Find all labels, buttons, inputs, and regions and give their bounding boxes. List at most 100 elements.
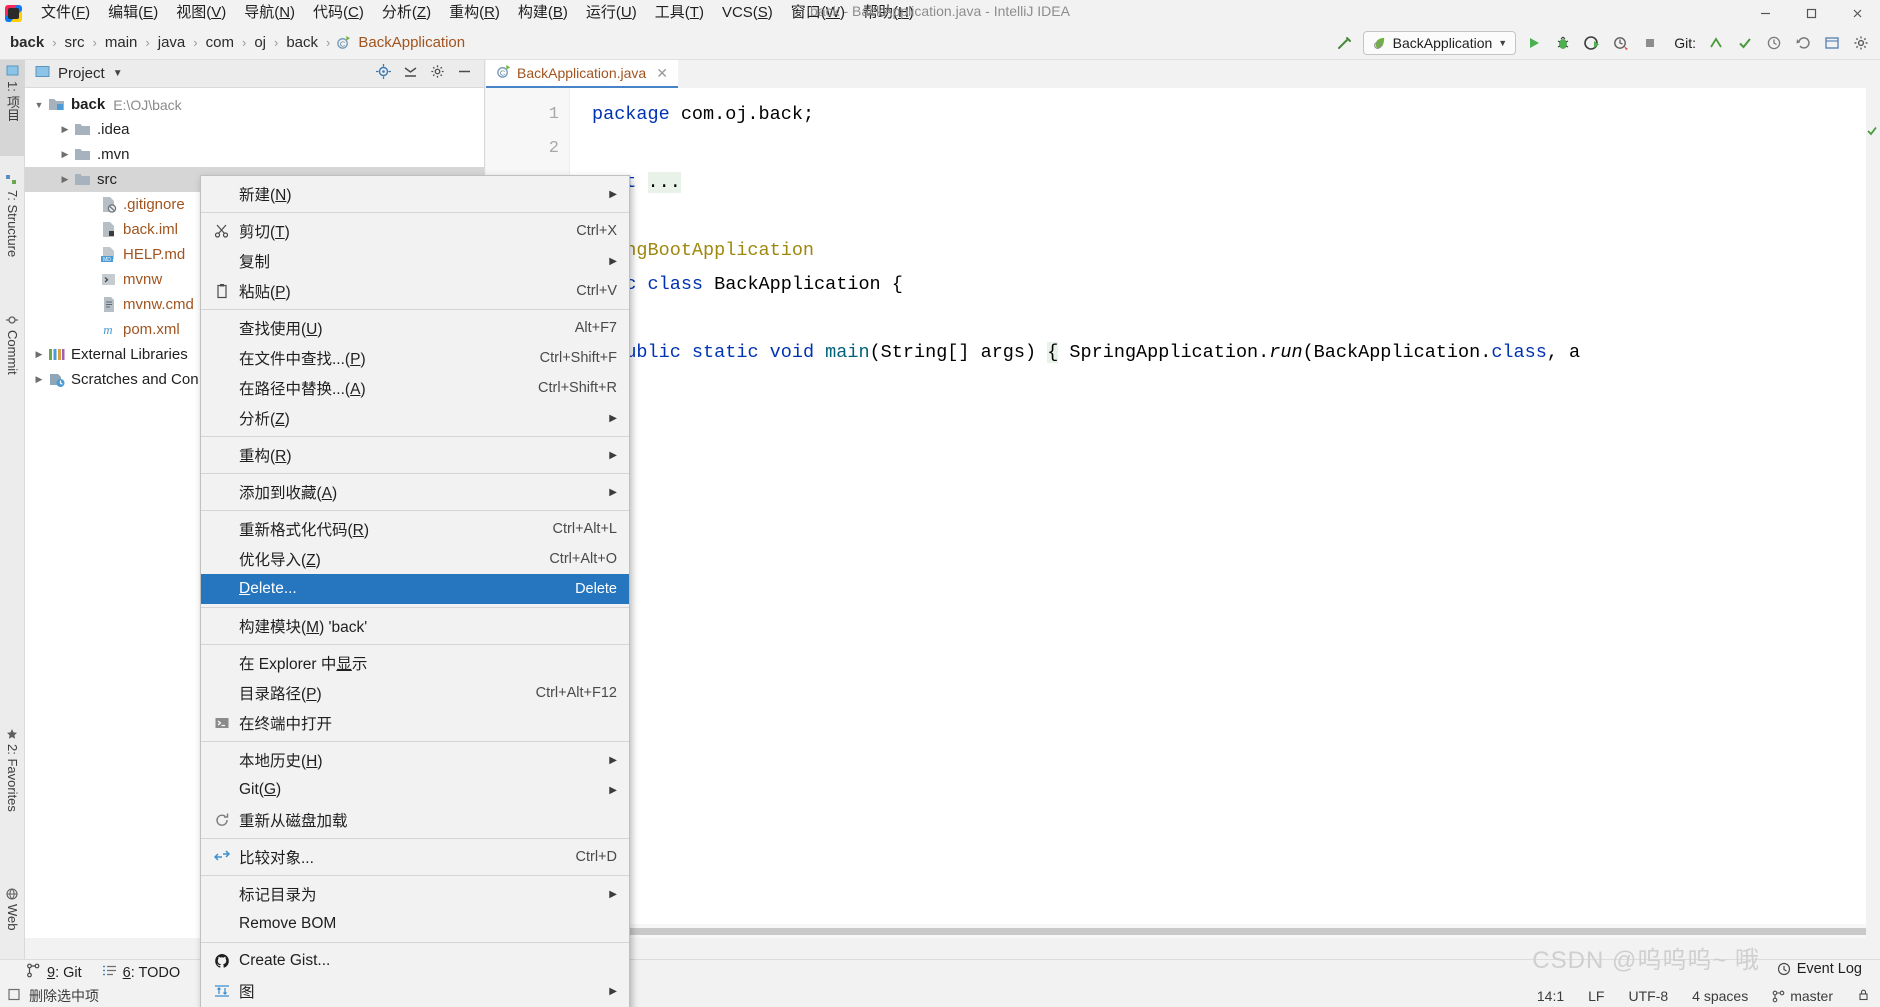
bottom-tool-6-todo[interactable]: 6: TODO xyxy=(102,963,180,982)
breadcrumb-item-back[interactable]: back xyxy=(284,34,320,51)
sidebar-item-project[interactable]: 1: 项目 xyxy=(0,60,25,156)
menubar-item-4[interactable]: 代码(C) xyxy=(304,1,373,25)
caret-position[interactable]: 14:1 xyxy=(1537,988,1564,1004)
event-log-button[interactable]: Event Log xyxy=(1777,961,1862,977)
settings-gear-icon[interactable] xyxy=(1850,32,1872,54)
bottom-tool-9-git[interactable]: 9: Git xyxy=(26,963,82,982)
breadcrumb-item-oj[interactable]: oj xyxy=(252,34,268,51)
menubar-item-11[interactable]: 窗口(W) xyxy=(782,1,854,25)
context-menu-item-22[interactable]: Remove BOM xyxy=(201,909,629,939)
context-menu-item-16[interactable]: 在终端中打开 xyxy=(201,708,629,738)
context-menu-item-0[interactable]: 新建(N) ▶ xyxy=(201,179,629,209)
sidebar-item-structure[interactable]: 7: Structure xyxy=(0,170,25,300)
context-menu-item-18[interactable]: Git(G) ▶ xyxy=(201,775,629,805)
code-fold-placeholder[interactable]: ... xyxy=(647,172,681,193)
context-menu-item-14[interactable]: 在 Explorer 中显示 xyxy=(201,648,629,678)
tree-row[interactable]: ▶ .mvn xyxy=(25,142,484,167)
minimize-button[interactable] xyxy=(1742,0,1788,26)
menubar-item-9[interactable]: 工具(T) xyxy=(646,1,713,25)
context-menu-item-13[interactable]: 构建模块(M) 'back' xyxy=(201,611,629,641)
menubar-item-8[interactable]: 运行(U) xyxy=(577,1,646,25)
collapse-all-icon[interactable] xyxy=(403,64,418,83)
menubar-item-10[interactable]: VCS(S) xyxy=(713,1,782,25)
locate-icon[interactable] xyxy=(376,64,391,83)
tree-item-label: Scratches and Con xyxy=(71,371,199,388)
chevron-right-icon[interactable]: ▶ xyxy=(57,147,73,163)
breadcrumb-file[interactable]: BackApplication xyxy=(354,34,467,51)
context-menu-item-12[interactable]: Delete... Delete xyxy=(201,574,629,604)
git-history-icon[interactable] xyxy=(1763,32,1785,54)
close-button[interactable] xyxy=(1834,0,1880,26)
editor-horizontal-scrollbar[interactable] xyxy=(570,924,1872,938)
sidebar-item-favorites[interactable]: 2: Favorites xyxy=(0,724,25,854)
git-update-icon[interactable] xyxy=(1705,32,1727,54)
context-menu-item-7[interactable]: 分析(Z) ▶ xyxy=(201,403,629,433)
context-menu-item-23[interactable]: Create Gist... xyxy=(201,946,629,976)
chevron-right-icon[interactable]: ▶ xyxy=(31,372,47,388)
context-menu-item-6[interactable]: 在路径中替换...(A) Ctrl+Shift+R xyxy=(201,373,629,403)
breadcrumb-item-src[interactable]: src xyxy=(63,34,87,51)
menubar-item-3[interactable]: 导航(N) xyxy=(235,1,304,25)
breadcrumb-item-main[interactable]: main xyxy=(103,34,140,51)
stop-icon[interactable] xyxy=(1639,32,1661,54)
context-menu-item-17[interactable]: 本地历史(H) ▶ xyxy=(201,745,629,775)
context-menu-item-11[interactable]: 优化导入(Z) Ctrl+Alt+O xyxy=(201,544,629,574)
chevron-down-icon[interactable]: ▼ xyxy=(1498,38,1507,48)
context-menu-item-8[interactable]: 重构(R) ▶ xyxy=(201,440,629,470)
scrollbar-thumb[interactable] xyxy=(582,928,1872,935)
menubar-item-2[interactable]: 视图(V) xyxy=(167,1,235,25)
tree-row[interactable]: ▼ back E:\OJ\back xyxy=(25,92,484,117)
git-branch-widget[interactable]: master xyxy=(1772,988,1833,1004)
menubar-item-6[interactable]: 重构(R) xyxy=(440,1,509,25)
git-rollback-icon[interactable] xyxy=(1792,32,1814,54)
breadcrumb-item-java[interactable]: java xyxy=(156,34,188,51)
chevron-down-icon[interactable]: ▼ xyxy=(113,68,123,79)
menubar-item-12[interactable]: 帮助(H) xyxy=(854,1,923,25)
menubar-item-1[interactable]: 编辑(E) xyxy=(99,1,167,25)
menubar-item-5[interactable]: 分析(Z) xyxy=(373,1,440,25)
file-encoding[interactable]: UTF-8 xyxy=(1628,988,1668,1004)
tab-backapplication-java[interactable]: C BackApplication.java ✕ xyxy=(486,60,678,88)
profiler-icon[interactable] xyxy=(1610,32,1632,54)
chevron-right-icon[interactable]: ▶ xyxy=(31,347,47,363)
run-configuration-selector[interactable]: BackApplication ▼ xyxy=(1362,31,1517,55)
code-body-fold[interactable]: { xyxy=(1047,342,1059,363)
editor-code[interactable]: package com.oj.back; port ... pringBootA… xyxy=(570,88,1866,910)
sidebar-item-web[interactable]: Web xyxy=(0,884,25,954)
context-menu-item-15[interactable]: 目录路径(P) Ctrl+Alt+F12 xyxy=(201,678,629,708)
context-menu-item-10[interactable]: 重新格式化代码(R) Ctrl+Alt+L xyxy=(201,514,629,544)
chevron-right-icon[interactable]: ▶ xyxy=(57,122,73,138)
settings-gear-icon[interactable] xyxy=(430,64,445,83)
context-menu-item-5[interactable]: 在文件中查找...(P) Ctrl+Shift+F xyxy=(201,343,629,373)
build-hammer-icon[interactable] xyxy=(1334,32,1356,54)
debug-icon[interactable] xyxy=(1552,32,1574,54)
maximize-button[interactable] xyxy=(1788,0,1834,26)
context-menu-item-3[interactable]: 粘贴(P) Ctrl+V xyxy=(201,276,629,306)
line-separator[interactable]: LF xyxy=(1588,988,1604,1004)
indent-setting[interactable]: 4 spaces xyxy=(1692,988,1748,1004)
context-menu-item-24[interactable]: 图 ▶ xyxy=(201,976,629,1006)
menubar-item-7[interactable]: 构建(B) xyxy=(509,1,577,25)
context-menu-item-2[interactable]: 复制 ▶ xyxy=(201,246,629,276)
context-menu-item-20[interactable]: 比较对象... Ctrl+D xyxy=(201,842,629,872)
sidebar-item-commit[interactable]: Commit xyxy=(0,310,25,410)
run-icon[interactable] xyxy=(1523,32,1545,54)
close-icon[interactable]: ✕ xyxy=(656,65,668,82)
menubar-item-0[interactable]: 文件(F) xyxy=(32,1,99,25)
context-menu-item-21[interactable]: 标记目录为 ▶ xyxy=(201,879,629,909)
breadcrumb-item-com[interactable]: com xyxy=(204,34,236,51)
chevron-down-icon[interactable]: ▼ xyxy=(31,97,47,113)
context-menu-item-1[interactable]: 剪切(T) Ctrl+X xyxy=(201,216,629,246)
context-menu-item-19[interactable]: 重新从磁盘加载 xyxy=(201,805,629,835)
tree-row[interactable]: ▶ .idea xyxy=(25,117,484,142)
chevron-right-icon[interactable]: ▶ xyxy=(57,172,73,188)
editor-marker-gutter[interactable] xyxy=(1866,60,1880,938)
search-everywhere-icon[interactable] xyxy=(1821,32,1843,54)
hide-window-icon[interactable] xyxy=(457,64,472,83)
context-menu-item-9[interactable]: 添加到收藏(A) ▶ xyxy=(201,477,629,507)
run-with-coverage-icon[interactable] xyxy=(1581,32,1603,54)
breadcrumb-item-back[interactable]: back xyxy=(8,34,46,51)
git-commit-icon[interactable] xyxy=(1734,32,1756,54)
context-menu-item-4[interactable]: 查找使用(U) Alt+F7 xyxy=(201,313,629,343)
lock-icon[interactable] xyxy=(1857,988,1870,1004)
